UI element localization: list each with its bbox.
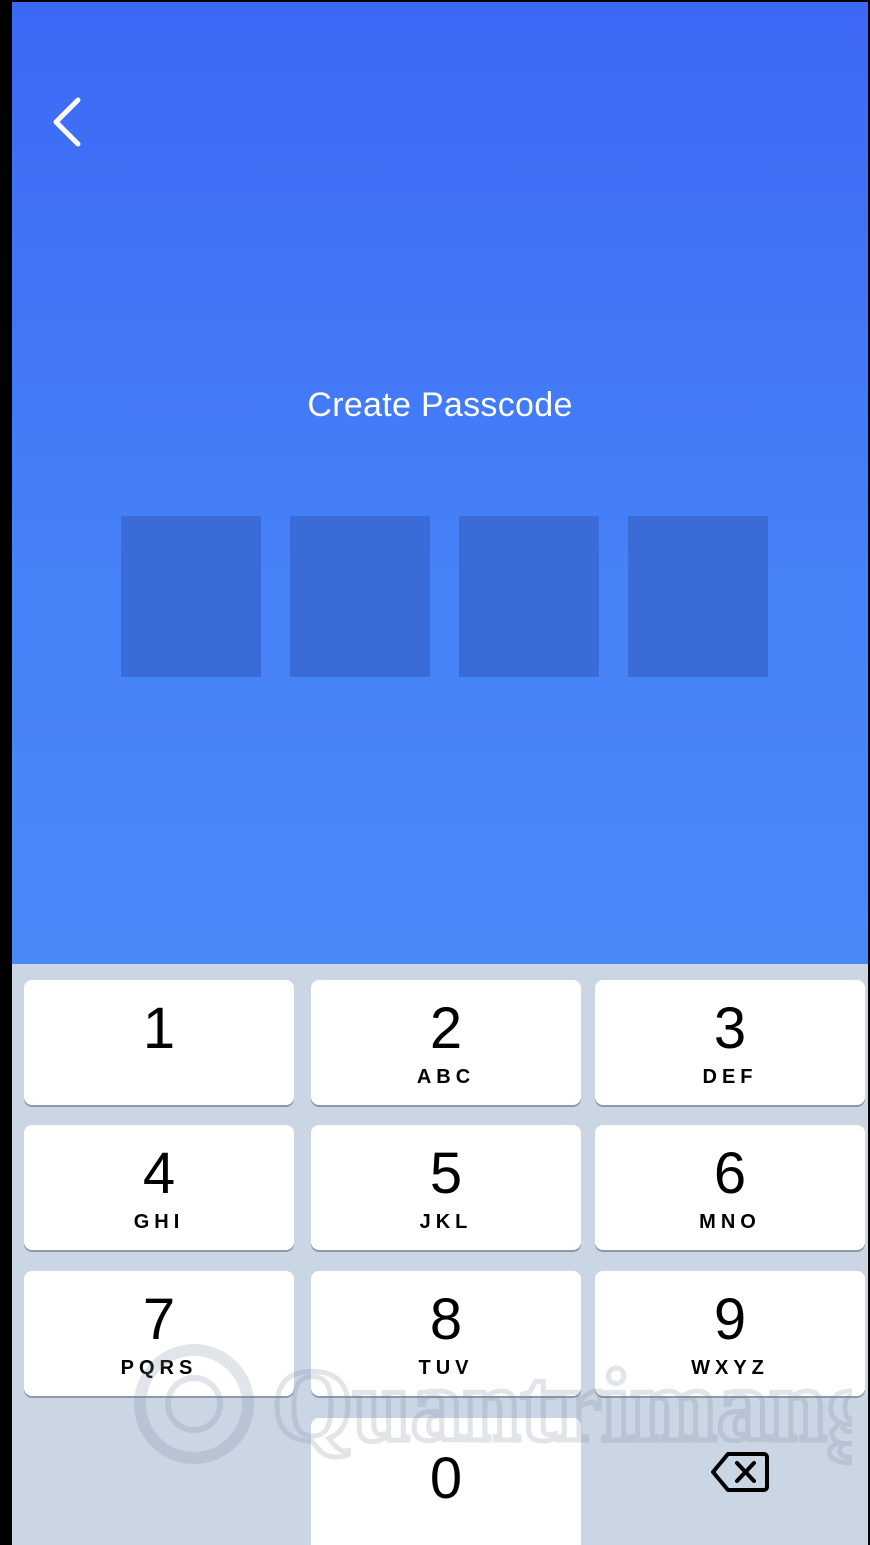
key-letters: TUV bbox=[418, 1357, 474, 1379]
passcode-header: Create Passcode bbox=[12, 2, 868, 964]
key-2[interactable]: 2 ABC bbox=[311, 980, 581, 1105]
key-digit: 4 bbox=[142, 1141, 176, 1206]
key-digit: 2 bbox=[429, 996, 463, 1061]
key-digit: 3 bbox=[713, 996, 747, 1061]
key-digit: 9 bbox=[713, 1287, 747, 1352]
key-5[interactable]: 5 JKL bbox=[311, 1125, 581, 1250]
key-7[interactable]: 7 PQRS bbox=[24, 1271, 294, 1396]
key-8[interactable]: 8 TUV bbox=[311, 1271, 581, 1396]
key-letters: PQRS bbox=[120, 1357, 198, 1379]
chevron-left-icon bbox=[53, 97, 81, 147]
key-3[interactable]: 3 DEF bbox=[595, 980, 865, 1105]
key-digit: 6 bbox=[713, 1141, 747, 1206]
key-letters: JKL bbox=[419, 1211, 473, 1233]
key-digit: 1 bbox=[142, 996, 176, 1061]
delete-button[interactable] bbox=[710, 1450, 770, 1494]
key-1[interactable]: 1 bbox=[24, 980, 294, 1105]
passcode-digit-box-1 bbox=[121, 516, 261, 677]
passcode-screen: Create Passcode 1 2 ABC 3 DEF 4 GHI 5 JK… bbox=[12, 2, 868, 1545]
passcode-input[interactable] bbox=[121, 516, 768, 677]
key-9[interactable]: 9 WXYZ bbox=[595, 1271, 865, 1396]
backspace-icon bbox=[711, 1452, 769, 1492]
key-digit: 8 bbox=[429, 1287, 463, 1352]
key-letters: DEF bbox=[702, 1066, 758, 1088]
key-digit: 0 bbox=[429, 1446, 463, 1511]
key-digit: 5 bbox=[429, 1141, 463, 1206]
key-letters: WXYZ bbox=[691, 1357, 769, 1379]
key-0[interactable]: 0 bbox=[311, 1418, 581, 1545]
passcode-digit-box-3 bbox=[459, 516, 599, 677]
key-6[interactable]: 6 MNO bbox=[595, 1125, 865, 1250]
key-letters: MNO bbox=[699, 1211, 761, 1233]
key-4[interactable]: 4 GHI bbox=[24, 1125, 294, 1250]
phone-frame: Create Passcode 1 2 ABC 3 DEF 4 GHI 5 JK… bbox=[0, 0, 870, 1545]
passcode-digit-box-4 bbox=[628, 516, 768, 677]
numeric-keypad: 1 2 ABC 3 DEF 4 GHI 5 JKL 6 MNO 7 PQRS 8… bbox=[12, 964, 868, 1545]
passcode-digit-box-2 bbox=[290, 516, 430, 677]
key-digit: 7 bbox=[142, 1287, 176, 1352]
page-title: Create Passcode bbox=[307, 386, 573, 424]
key-letters: GHI bbox=[133, 1211, 185, 1233]
key-letters: ABC bbox=[416, 1066, 476, 1088]
back-button[interactable] bbox=[42, 92, 102, 152]
